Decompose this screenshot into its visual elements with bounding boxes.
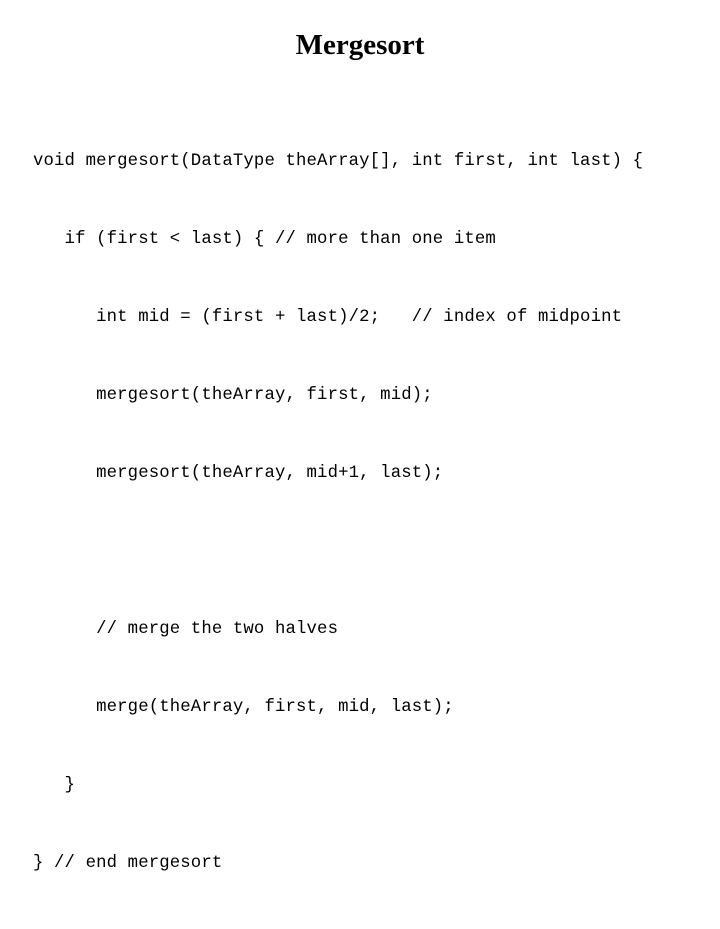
- code-line: mergesort(theArray, first, mid);: [33, 386, 433, 405]
- code-line: void mergesort(DataType theArray[], int …: [33, 152, 644, 171]
- code-line: // merge the two halves: [33, 620, 339, 639]
- code-line: int mid = (first + last)/2; // index of …: [33, 308, 623, 327]
- code-line: merge(theArray, first, mid, last);: [33, 698, 454, 717]
- page-title: Mergesort: [295, 29, 425, 61]
- slide-canvas: Mergesort void mergesort(DataType theArr…: [0, 0, 720, 873]
- code-block: void mergesort(DataType theArray[], int …: [33, 97, 713, 929]
- code-line: mergesort(theArray, mid+1, last);: [33, 464, 444, 483]
- code-line: } // end mergesort: [33, 854, 223, 873]
- code-line: }: [33, 776, 76, 795]
- code-line: if (first < last) { // more than one ite…: [33, 230, 496, 249]
